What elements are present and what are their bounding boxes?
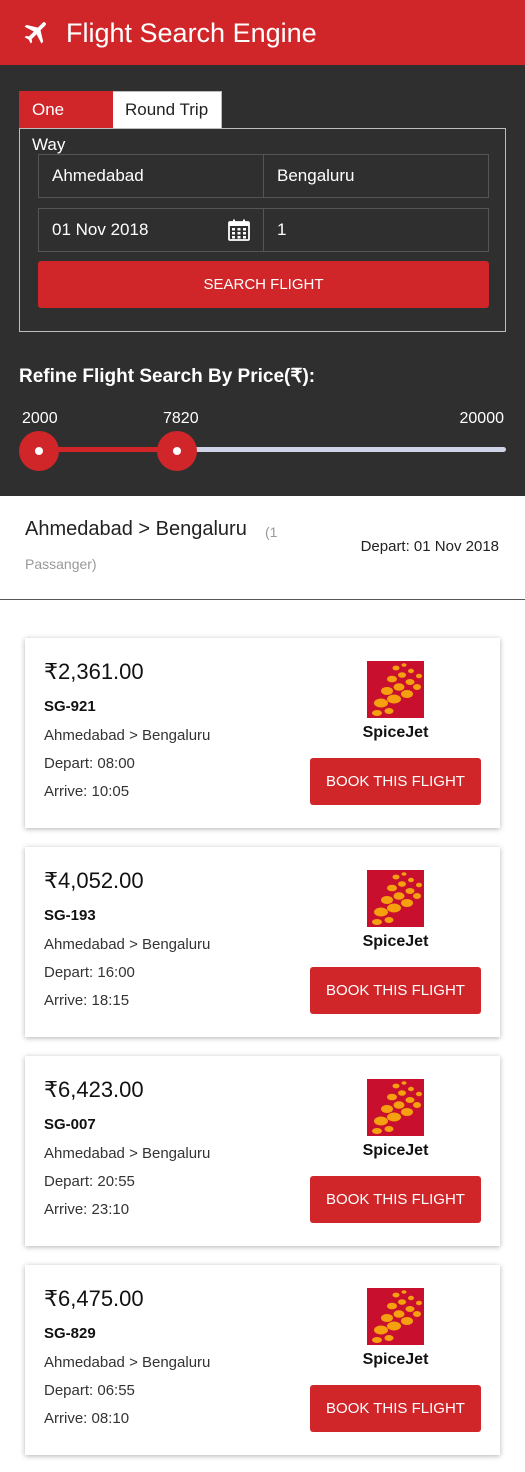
price-current-label: 7820 (163, 410, 199, 427)
tab-one-way[interactable]: One Way (19, 91, 113, 154)
spicejet-logo (367, 870, 424, 927)
price-slider-track[interactable] (22, 447, 506, 452)
airline-name: SpiceJet (362, 1142, 429, 1159)
book-flight-button[interactable]: BOOK THIS FLIGHT (310, 758, 481, 805)
flight-code: SG-193 (44, 907, 96, 924)
flight-price: ₹6,475.00 (44, 1286, 144, 1311)
flight-depart: Depart: 06:55 (44, 1382, 135, 1399)
summary-passengers-cont: Passanger) (25, 556, 97, 572)
spicejet-logo (367, 1288, 424, 1345)
destination-input[interactable]: Bengaluru (263, 154, 489, 198)
refine-title: Refine Flight Search By Price(₹): (19, 366, 316, 387)
flight-arrive: Arrive: 23:10 (44, 1201, 130, 1218)
flight-depart: Depart: 16:00 (44, 964, 135, 981)
price-slider-max-handle[interactable] (157, 431, 197, 471)
flight-arrive: Arrive: 18:15 (44, 992, 130, 1009)
airline-name: SpiceJet (362, 933, 429, 950)
search-flight-button[interactable]: SEARCH FLIGHT (38, 261, 489, 308)
summary-route: Ahmedabad > Bengaluru (25, 518, 247, 540)
flight-price: ₹2,361.00 (44, 659, 144, 684)
search-summary: Ahmedabad > Bengaluru (1 Passanger) Depa… (0, 496, 525, 600)
flight-arrive: Arrive: 08:10 (44, 1410, 130, 1427)
price-max-label: 20000 (459, 410, 505, 427)
date-value: 01 Nov 2018 (52, 220, 149, 239)
flight-code: SG-921 (44, 698, 96, 715)
book-flight-button[interactable]: BOOK THIS FLIGHT (310, 1385, 481, 1432)
calendar-icon[interactable] (227, 218, 251, 242)
flight-price: ₹4,052.00 (44, 868, 144, 893)
summary-passengers: (1 (265, 524, 278, 540)
search-form: Ahmedabad Bengaluru 01 Nov 2018 1 SEARCH… (19, 128, 506, 332)
search-panel: One Way Round Trip Ahmedabad Bengaluru 0… (0, 65, 525, 496)
flight-depart: Depart: 08:00 (44, 755, 135, 772)
results-list: ₹2,361.00 SG-921 Ahmedabad > Bengaluru D… (0, 600, 525, 1472)
spicejet-logo (367, 661, 424, 718)
summary-depart-date: Depart: 01 Nov 2018 (360, 538, 499, 555)
tab-round-trip[interactable]: Round Trip (113, 91, 222, 128)
book-flight-button[interactable]: BOOK THIS FLIGHT (310, 1176, 481, 1223)
date-input[interactable]: 01 Nov 2018 (38, 208, 264, 252)
flight-route: Ahmedabad > Bengaluru (44, 1354, 211, 1371)
passengers-input[interactable]: 1 (263, 208, 489, 252)
flight-code: SG-007 (44, 1116, 96, 1133)
flight-route: Ahmedabad > Bengaluru (44, 936, 211, 953)
airplane-icon (24, 22, 46, 44)
origin-input[interactable]: Ahmedabad (38, 154, 264, 198)
flight-arrive: Arrive: 10:05 (44, 783, 130, 800)
spicejet-logo (367, 1079, 424, 1136)
flight-depart: Depart: 20:55 (44, 1173, 135, 1190)
trip-type-tabs: One Way Round Trip (19, 91, 222, 154)
airline-name: SpiceJet (362, 1351, 429, 1368)
flight-price: ₹6,423.00 (44, 1077, 144, 1102)
flight-route: Ahmedabad > Bengaluru (44, 1145, 211, 1162)
flight-card: ₹4,052.00 SG-193 Ahmedabad > Bengaluru D… (25, 847, 500, 1037)
app-header: Flight Search Engine (0, 0, 525, 65)
book-flight-button[interactable]: BOOK THIS FLIGHT (310, 967, 481, 1014)
airline-name: SpiceJet (362, 724, 429, 741)
flight-code: SG-829 (44, 1325, 96, 1342)
price-slider-min-handle[interactable] (19, 431, 59, 471)
flight-card: ₹6,423.00 SG-007 Ahmedabad > Bengaluru D… (25, 1056, 500, 1246)
flight-card: ₹2,361.00 SG-921 Ahmedabad > Bengaluru D… (25, 638, 500, 828)
flight-card: ₹6,475.00 SG-829 Ahmedabad > Bengaluru D… (25, 1265, 500, 1455)
price-min-label: 2000 (22, 410, 58, 427)
flight-route: Ahmedabad > Bengaluru (44, 727, 211, 744)
page-title: Flight Search Engine (66, 18, 317, 48)
